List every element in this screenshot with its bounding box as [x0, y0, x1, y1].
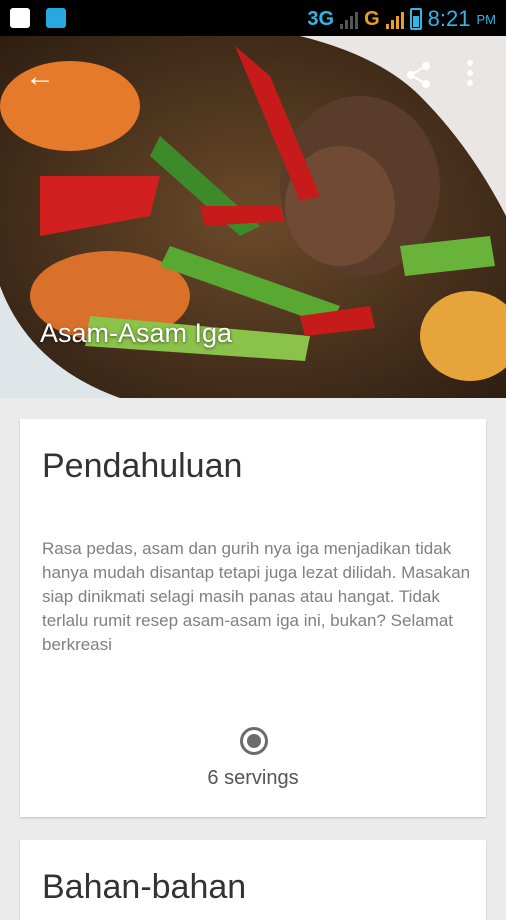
ingredients-card: Bahan-bahan — [20, 840, 486, 920]
ingredients-card-title: Bahan-bahan — [42, 868, 247, 906]
signal-bars-2-icon — [385, 9, 404, 29]
network-3g-label: 3G — [307, 7, 335, 30]
intro-card-title: Pendahuluan — [42, 447, 243, 485]
clock: 8:21 — [427, 6, 471, 31]
status-bar: 3G G 8:21 PM — [0, 0, 506, 36]
recipe-title: Asam-Asam Iga — [40, 318, 233, 348]
recipe-hero-image: ← Asam-Asam Iga — [0, 36, 506, 398]
intro-card: Pendahuluan Rasa pedas, asam dan gurih n… — [20, 419, 486, 817]
battery-icon — [409, 8, 422, 30]
signal-bars-icon — [340, 9, 359, 29]
servings-icon — [240, 727, 268, 755]
network-g-label: G — [364, 7, 380, 30]
intro-description: Rasa pedas, asam dan gurih nya iga menja… — [42, 539, 471, 654]
servings-label: 6 servings — [207, 767, 299, 789]
back-arrow-icon[interactable]: ← — [24, 62, 56, 92]
bbm-notification-icon — [10, 8, 30, 28]
chat-notification-icon — [46, 8, 66, 28]
clock-ampm: PM — [476, 11, 497, 27]
